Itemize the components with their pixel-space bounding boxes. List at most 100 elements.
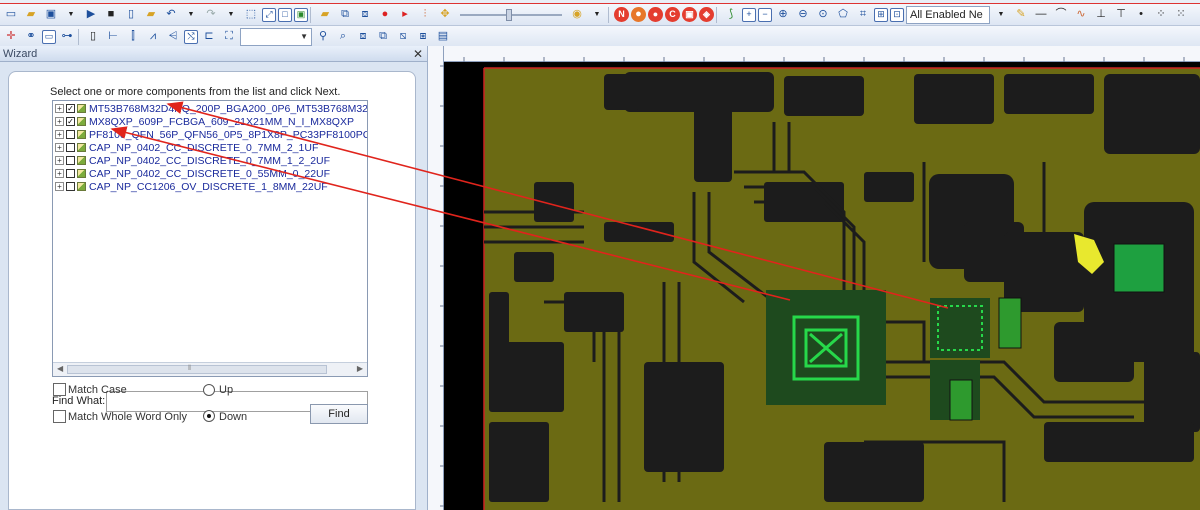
drc-multi-icon[interactable]: ◈ xyxy=(699,7,714,22)
layer-combo-dropdown-icon[interactable]: ▼ xyxy=(992,6,1010,24)
list-item[interactable]: + ✓ MX8QXP_609P_FCBGA_609_21X21MM_N_I_MX… xyxy=(53,115,354,128)
palette-icon[interactable]: ◉ xyxy=(568,6,586,24)
find-button[interactable]: Find xyxy=(310,404,368,424)
new-file-icon[interactable]: ▭ xyxy=(2,6,20,24)
component-outline-icon[interactable]: ▭ xyxy=(42,29,56,44)
direction-down-radio[interactable] xyxy=(203,410,215,422)
dropdown-icon[interactable]: ▼ xyxy=(62,6,80,24)
polygon-icon[interactable]: ⬠ xyxy=(834,6,852,24)
list-item[interactable]: + ✓ MT53B768M32D4NQ_200P_BGA200_0P6_MT53… xyxy=(53,102,367,115)
zoom-100-icon[interactable]: ⌕ xyxy=(334,28,352,46)
expand-icon[interactable]: + xyxy=(55,117,64,126)
chart-icon[interactable]: ⫶ xyxy=(416,6,434,24)
drc-red-icon[interactable]: ● xyxy=(648,7,663,22)
list-item[interactable]: + CAP_NP_0402_CC_DISCRETE_0_7MM_1_2_2UF xyxy=(53,154,330,167)
paste-icon[interactable]: ⧆ xyxy=(414,28,432,46)
select-box-icon[interactable]: ⬚ xyxy=(242,6,260,24)
checkbox[interactable] xyxy=(66,143,75,152)
play-icon[interactable]: ▸ xyxy=(396,6,414,24)
pcb-layout[interactable] xyxy=(444,62,1200,510)
align-top-icon[interactable]: ⊤ xyxy=(1112,6,1130,24)
component-list[interactable]: + ✓ MT53B768M32D4NQ_200P_BGA200_0P6_MT53… xyxy=(52,100,368,377)
route-icon[interactable]: ⟆ xyxy=(722,6,740,24)
zoom-window-icon[interactable]: ⤢ xyxy=(262,7,276,22)
move-icon[interactable]: ⧅ xyxy=(394,28,412,46)
arc-icon[interactable]: ⌒ xyxy=(1052,6,1070,24)
zoom-out-icon[interactable]: ⊖ xyxy=(794,6,812,24)
stop-icon[interactable]: ■ xyxy=(102,6,120,24)
place-icon[interactable]: ✛ xyxy=(2,28,20,46)
pcb-canvas[interactable] xyxy=(444,62,1200,510)
undo-dropdown-icon[interactable]: ▼ xyxy=(182,6,200,24)
undo-icon[interactable]: ↶ xyxy=(162,6,180,24)
layer-filter-combo[interactable]: All Enabled Ne xyxy=(906,5,990,24)
vertical-icon[interactable]: ▯ xyxy=(84,28,102,46)
flip-icon[interactable]: ⤭ xyxy=(184,29,198,44)
record-icon[interactable]: ● xyxy=(376,6,394,24)
match-case-checkbox[interactable] xyxy=(53,383,66,396)
zoom-fit-icon[interactable]: □ xyxy=(278,7,292,22)
expand-icon[interactable]: + xyxy=(55,182,64,191)
split-icon[interactable]: ⩘ xyxy=(144,28,162,46)
checkbox[interactable] xyxy=(66,182,75,191)
scrollbar-thumb[interactable] xyxy=(67,365,327,374)
grid-icon[interactable]: ⊞ xyxy=(874,7,888,22)
checkbox[interactable] xyxy=(66,156,75,165)
pin-icon[interactable]: ⊶ xyxy=(58,28,76,46)
page-icon[interactable]: ▯ xyxy=(122,6,140,24)
net-icon[interactable]: ⚭ xyxy=(22,28,40,46)
search-icon[interactable]: ⚲ xyxy=(314,28,332,46)
connect-icon[interactable]: ⩤ xyxy=(164,28,182,46)
brush-icon[interactable]: ✎ xyxy=(1012,6,1030,24)
fit-grid-icon[interactable]: ⊡ xyxy=(890,7,904,22)
trace-icon[interactable]: ∿ xyxy=(1072,6,1090,24)
match-whole-word-checkbox[interactable] xyxy=(53,410,66,423)
remove-icon[interactable]: − xyxy=(758,7,772,22)
dots-grid-icon[interactable]: ⁙ xyxy=(1172,6,1190,24)
scroll-left-icon[interactable]: ◀ xyxy=(57,364,63,373)
more-icon[interactable]: ⋮ xyxy=(1192,6,1200,24)
close-icon[interactable]: ✕ xyxy=(413,47,423,61)
expand-icon[interactable]: + xyxy=(55,143,64,152)
direction-up-radio[interactable] xyxy=(203,384,215,396)
search-combo-dropdown-icon[interactable]: ▼ xyxy=(300,32,308,41)
via-icon[interactable]: ⊢ xyxy=(104,28,122,46)
zoom-slider[interactable] xyxy=(456,6,566,24)
binoculars-icon[interactable]: ⛶ xyxy=(220,28,238,46)
redo-icon[interactable]: ↷ xyxy=(202,6,220,24)
list-item[interactable]: + PF8100_QFN_56P_QFN56_0P5_8P1X8P_PC33PF… xyxy=(53,128,367,141)
expand-icon[interactable]: + xyxy=(55,169,64,178)
add-icon[interactable]: + xyxy=(742,7,756,22)
align-icon[interactable]: ⊏ xyxy=(200,28,218,46)
clipboard-icon[interactable]: ▤ xyxy=(434,28,452,46)
zoom-in-icon[interactable]: ⊕ xyxy=(774,6,792,24)
copy-icon[interactable]: ⧉ xyxy=(374,28,392,46)
horizontal-scrollbar[interactable]: ◀ ⦀ ▶ xyxy=(53,362,367,376)
checkbox[interactable]: ✓ xyxy=(66,117,75,126)
drc-orange-icon[interactable]: ● xyxy=(631,7,646,22)
expand-icon[interactable]: + xyxy=(55,130,64,139)
open-folder-icon[interactable]: ▰ xyxy=(22,6,40,24)
scroll-right-icon[interactable]: ▶ xyxy=(357,364,363,373)
component-icon[interactable]: ⧉ xyxy=(336,6,354,24)
expand-icon[interactable]: + xyxy=(55,104,64,113)
list-item[interactable]: + CAP_NP_0402_CC_DISCRETE_0_7MM_2_1UF xyxy=(53,141,318,154)
checkbox[interactable] xyxy=(66,169,75,178)
run-icon[interactable]: ▶ xyxy=(82,6,100,24)
fly-icon[interactable]: ✥ xyxy=(436,6,454,24)
redo-dropdown-icon[interactable]: ▼ xyxy=(222,6,240,24)
import-icon[interactable]: ▰ xyxy=(142,6,160,24)
array-icon[interactable]: ⫿ xyxy=(124,28,142,46)
folder-icon[interactable]: ▰ xyxy=(316,6,334,24)
zoom-board-icon[interactable]: ▣ xyxy=(294,7,308,22)
save-icon[interactable]: ▣ xyxy=(42,6,60,24)
zoom-circle-icon[interactable]: ⊙ xyxy=(814,6,832,24)
search-combo[interactable]: ▼ xyxy=(240,27,312,46)
drc-n-icon[interactable]: N xyxy=(614,7,629,22)
palette-dropdown-icon[interactable]: ▼ xyxy=(588,6,606,24)
dots-icon[interactable]: ⁘ xyxy=(1152,6,1170,24)
dot-icon[interactable]: • xyxy=(1132,6,1150,24)
list-item[interactable]: + CAP_NP_CC1206_OV_DISCRETE_1_8MM_22UF xyxy=(53,180,328,193)
checkbox[interactable]: ✓ xyxy=(66,104,75,113)
snap-icon[interactable]: ⌗ xyxy=(854,6,872,24)
